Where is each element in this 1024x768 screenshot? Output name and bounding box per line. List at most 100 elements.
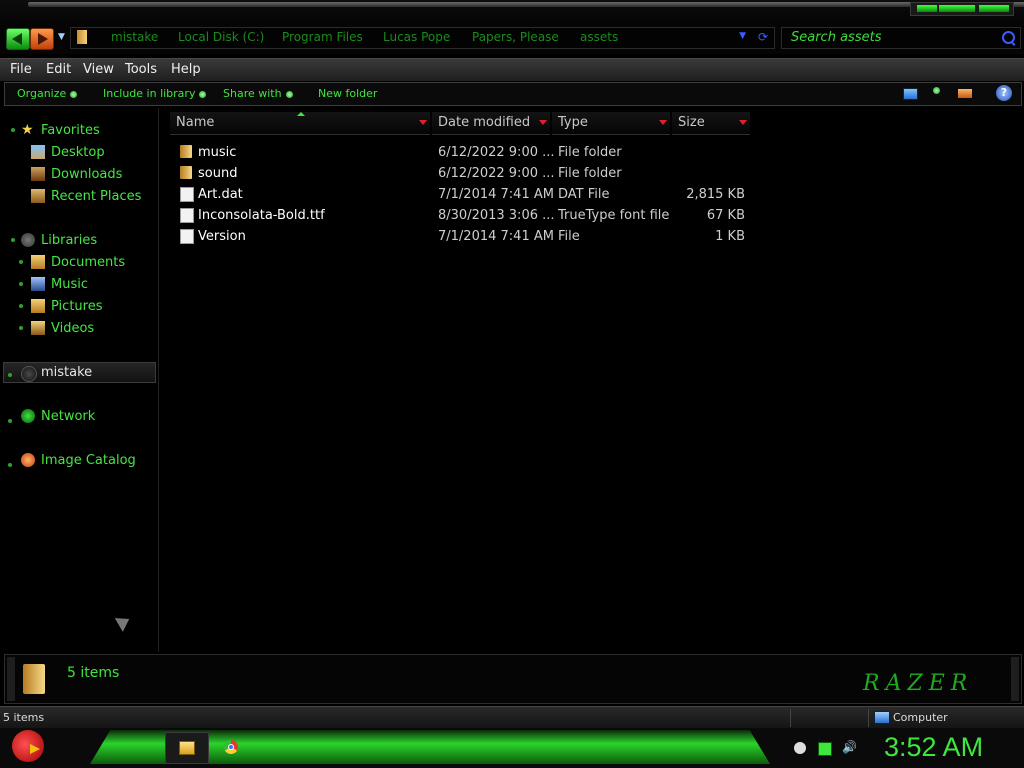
star-icon: ★ [21, 122, 34, 138]
expand-arrow-icon[interactable] [19, 282, 23, 286]
details-pane: 5 items RAZER [4, 654, 1022, 704]
column-dropdown-icon[interactable] [539, 120, 547, 125]
organize-button[interactable]: Organize [17, 87, 78, 100]
libraries-icon [21, 233, 35, 247]
column-dropdown-icon[interactable] [659, 120, 667, 125]
table-row[interactable]: Art.dat 7/1/2014 7:41 AM DAT File 2,815 … [160, 184, 1024, 205]
network-tray-icon[interactable] [818, 742, 832, 756]
computer-icon [21, 366, 37, 382]
view-options-icon[interactable] [903, 88, 918, 100]
address-bar[interactable]: mistake Local Disk (C:) Program Files Lu… [70, 27, 775, 49]
expand-arrow-icon[interactable] [8, 373, 12, 377]
menu-tools[interactable]: Tools [125, 62, 157, 77]
file-type: TrueType font file [558, 208, 670, 223]
nav-pictures[interactable]: Pictures [51, 299, 102, 314]
column-header-type[interactable]: Type [552, 112, 670, 135]
documents-icon [31, 255, 45, 269]
nav-downloads[interactable]: Downloads [51, 167, 122, 182]
nav-recent-places[interactable]: Recent Places [51, 189, 141, 204]
column-dropdown-icon[interactable] [739, 120, 747, 125]
column-dropdown-icon[interactable] [419, 120, 427, 125]
column-header-size[interactable]: Size [672, 112, 750, 135]
expand-arrow-icon[interactable] [19, 260, 23, 264]
nav-favorites[interactable]: Favorites [41, 123, 100, 138]
explorer-icon [179, 741, 195, 755]
file-type: File [558, 229, 580, 244]
nav-network[interactable]: Network [41, 409, 95, 424]
organize-label: Organize [17, 87, 67, 100]
dropdown-dot-icon [199, 90, 207, 98]
volume-icon[interactable]: 🔊 [842, 741, 857, 753]
expand-arrow-icon[interactable] [11, 128, 15, 132]
refresh-icon[interactable]: ⟳ [758, 30, 768, 44]
expand-arrow-icon[interactable] [11, 238, 15, 242]
expand-arrow-icon[interactable] [8, 463, 12, 467]
table-row[interactable]: Inconsolata-Bold.ttf 8/30/2013 3:06 ... … [160, 205, 1024, 226]
breadcrumb-item[interactable]: Program Files [282, 30, 363, 44]
close-button[interactable] [979, 5, 1009, 12]
navigation-pane: ★ Favorites Desktop Downloads Recent Pla… [0, 108, 159, 652]
breadcrumb-item[interactable]: Lucas Pope [383, 30, 450, 44]
column-header-label: Date modified [438, 115, 531, 130]
column-header-label: Type [558, 115, 588, 130]
file-date: 6/12/2022 9:00 ... [438, 166, 555, 181]
column-header-date-modified[interactable]: Date modified [432, 112, 550, 135]
table-row[interactable]: Version 7/1/2014 7:41 AM File 1 KB [160, 226, 1024, 247]
forward-button[interactable] [30, 28, 54, 50]
file-name: Inconsolata-Bold.ttf [198, 208, 325, 223]
search-icon[interactable] [1002, 31, 1015, 44]
new-folder-button[interactable]: New folder [318, 87, 377, 100]
nav-documents[interactable]: Documents [51, 255, 125, 270]
search-input[interactable]: Search assets [781, 27, 1021, 49]
breadcrumb-item[interactable]: Local Disk (C:) [178, 30, 264, 44]
back-button[interactable] [6, 28, 30, 50]
clock[interactable]: 3:52 AM [884, 732, 983, 763]
expand-arrow-icon[interactable] [19, 304, 23, 308]
forward-arrow-icon [38, 33, 48, 45]
breadcrumb-item[interactable]: assets [580, 30, 618, 44]
file-date: 6/12/2022 9:00 ... [438, 145, 555, 160]
address-dropdown-icon[interactable]: ▼ [739, 31, 746, 41]
menu-bar: File Edit View Tools Help [0, 58, 1024, 81]
include-in-library-button[interactable]: Include in library [103, 87, 207, 100]
nav-libraries[interactable]: Libraries [41, 233, 97, 248]
view-dropdown-icon[interactable] [933, 87, 940, 94]
breadcrumb-item[interactable]: mistake [111, 30, 158, 44]
razer-logo: RAZER [863, 671, 974, 696]
file-type: File folder [558, 166, 622, 181]
table-row[interactable]: music 6/12/2022 9:00 ... File folder [160, 142, 1024, 163]
sort-ascending-icon [297, 112, 305, 116]
breadcrumb-item[interactable]: Papers, Please [472, 30, 559, 44]
maximize-button[interactable] [939, 5, 975, 12]
file-size: 2,815 KB [686, 187, 745, 202]
file-date: 7/1/2014 7:41 AM [438, 229, 554, 244]
file-type: DAT File [558, 187, 610, 202]
nav-image-catalog[interactable]: Image Catalog [41, 453, 136, 468]
share-with-label: Share with [223, 87, 282, 100]
system-tray: 🔊 [790, 734, 870, 762]
nav-desktop[interactable]: Desktop [51, 145, 105, 160]
file-icon [180, 187, 194, 202]
folder-icon [23, 664, 45, 694]
nav-computer[interactable]: mistake [41, 365, 92, 380]
file-type: File folder [558, 145, 622, 160]
include-in-library-label: Include in library [103, 87, 196, 100]
table-row[interactable]: sound 6/12/2022 9:00 ... File folder [160, 163, 1024, 184]
pictures-icon [31, 299, 45, 313]
nav-music[interactable]: Music [51, 277, 88, 292]
share-with-button[interactable]: Share with [223, 87, 293, 100]
expand-arrow-icon[interactable] [19, 326, 23, 330]
menu-file[interactable]: File [10, 62, 32, 77]
nav-videos[interactable]: Videos [51, 321, 94, 336]
help-icon[interactable]: ? [996, 85, 1012, 101]
menu-help[interactable]: Help [171, 62, 201, 77]
recent-pages-dropdown-icon[interactable]: ▼ [58, 32, 65, 42]
chrome-icon[interactable] [224, 740, 238, 754]
column-header-label: Size [678, 115, 705, 130]
menu-edit[interactable]: Edit [46, 62, 71, 77]
minimize-button[interactable] [917, 5, 937, 12]
preview-pane-icon[interactable] [958, 89, 972, 98]
menu-view[interactable]: View [83, 62, 114, 77]
expand-arrow-icon[interactable] [8, 419, 12, 423]
tray-app-icon[interactable] [794, 742, 806, 754]
